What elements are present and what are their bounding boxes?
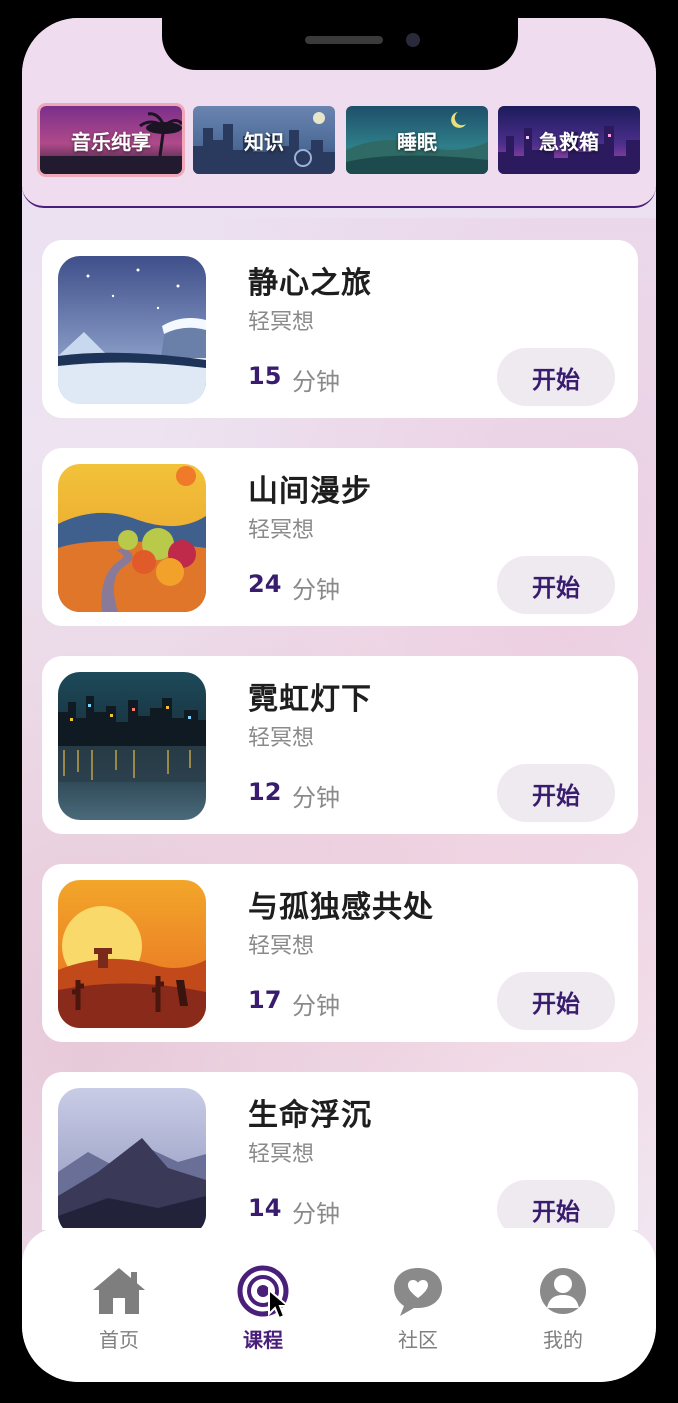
category-music[interactable]: 音乐纯享 bbox=[37, 103, 185, 177]
course-duration: 15 bbox=[248, 362, 282, 390]
start-button[interactable]: 开始 bbox=[497, 556, 615, 614]
course-title: 山间漫步 bbox=[248, 474, 372, 509]
course-subtitle: 轻冥想 bbox=[248, 310, 315, 335]
course-thumbnail-snowy-lake bbox=[58, 256, 206, 404]
camera bbox=[406, 33, 420, 47]
start-button[interactable]: 开始 bbox=[497, 764, 615, 822]
community-chat-icon bbox=[388, 1264, 448, 1318]
mouse-cursor-icon bbox=[268, 1288, 291, 1320]
profile-icon bbox=[533, 1264, 593, 1318]
nav-item-community[interactable]: 社区 bbox=[363, 1264, 473, 1353]
nav-item-courses[interactable]: 课程 bbox=[208, 1264, 318, 1353]
start-button[interactable]: 开始 bbox=[497, 348, 615, 406]
bottom-navigation: 首页 课程 社区 我的 bbox=[22, 1228, 656, 1382]
category-label: 知识 bbox=[244, 129, 284, 154]
course-thumbnail-night-city bbox=[58, 672, 206, 820]
category-knowledge[interactable]: 知识 bbox=[193, 106, 335, 174]
notch bbox=[162, 18, 518, 70]
course-title: 霓虹灯下 bbox=[248, 682, 372, 717]
course-duration-unit: 分钟 bbox=[292, 992, 340, 1020]
category-sleep[interactable]: 睡眠 bbox=[346, 106, 488, 174]
speaker bbox=[305, 36, 383, 44]
category-label: 睡眠 bbox=[397, 129, 437, 154]
category-first-aid[interactable]: 急救箱 bbox=[498, 106, 640, 174]
course-card[interactable]: 静心之旅 轻冥想 15 分钟 开始 bbox=[42, 240, 638, 418]
course-duration-unit: 分钟 bbox=[292, 1200, 340, 1228]
course-thumbnail-desert-sunset bbox=[58, 880, 206, 1028]
nav-label: 首页 bbox=[99, 1328, 139, 1352]
course-target-icon bbox=[233, 1264, 293, 1320]
course-card[interactable]: 霓虹灯下 轻冥想 12 分钟 开始 bbox=[42, 656, 638, 834]
nav-label: 课程 bbox=[243, 1328, 283, 1352]
category-label: 音乐纯享 bbox=[71, 129, 151, 154]
course-title: 与孤独感共处 bbox=[248, 890, 434, 925]
course-thumbnail-autumn-road bbox=[58, 464, 206, 612]
course-duration-unit: 分钟 bbox=[292, 576, 340, 604]
course-title: 生命浮沉 bbox=[248, 1098, 372, 1133]
start-button[interactable]: 开始 bbox=[497, 1180, 615, 1230]
course-duration-unit: 分钟 bbox=[292, 368, 340, 396]
course-title: 静心之旅 bbox=[248, 266, 372, 301]
nav-label: 社区 bbox=[398, 1328, 438, 1352]
course-duration: 14 bbox=[248, 1194, 282, 1222]
home-icon bbox=[89, 1264, 149, 1318]
course-subtitle: 轻冥想 bbox=[248, 934, 315, 959]
course-card[interactable]: 山间漫步 轻冥想 24 分钟 开始 bbox=[42, 448, 638, 626]
course-card[interactable]: 与孤独感共处 轻冥想 17 分钟 开始 bbox=[42, 864, 638, 1042]
course-list: 静心之旅 轻冥想 15 分钟 开始 山间漫步 轻冥想 24 分钟 开始 霓虹灯下… bbox=[22, 218, 656, 1230]
course-duration: 12 bbox=[248, 778, 282, 806]
nav-label: 我的 bbox=[543, 1328, 583, 1352]
course-subtitle: 轻冥想 bbox=[248, 518, 315, 543]
course-card[interactable]: 生命浮沉 轻冥想 14 分钟 开始 bbox=[42, 1072, 638, 1230]
start-button[interactable]: 开始 bbox=[497, 972, 615, 1030]
category-header: 音乐纯享 知识 睡眠 急救箱 bbox=[22, 18, 656, 208]
nav-item-home[interactable]: 首页 bbox=[64, 1264, 174, 1353]
course-duration: 24 bbox=[248, 570, 282, 598]
course-thumbnail-misty-mountains bbox=[58, 1088, 206, 1230]
course-subtitle: 轻冥想 bbox=[248, 1142, 315, 1167]
course-subtitle: 轻冥想 bbox=[248, 726, 315, 751]
phone-screen: 音乐纯享 知识 睡眠 急救箱 静心之旅 轻冥想 15 分钟 开始 山间漫步 轻冥… bbox=[22, 18, 656, 1382]
course-duration: 17 bbox=[248, 986, 282, 1014]
category-label: 急救箱 bbox=[539, 129, 599, 154]
course-duration-unit: 分钟 bbox=[292, 784, 340, 812]
nav-item-profile[interactable]: 我的 bbox=[508, 1264, 618, 1353]
